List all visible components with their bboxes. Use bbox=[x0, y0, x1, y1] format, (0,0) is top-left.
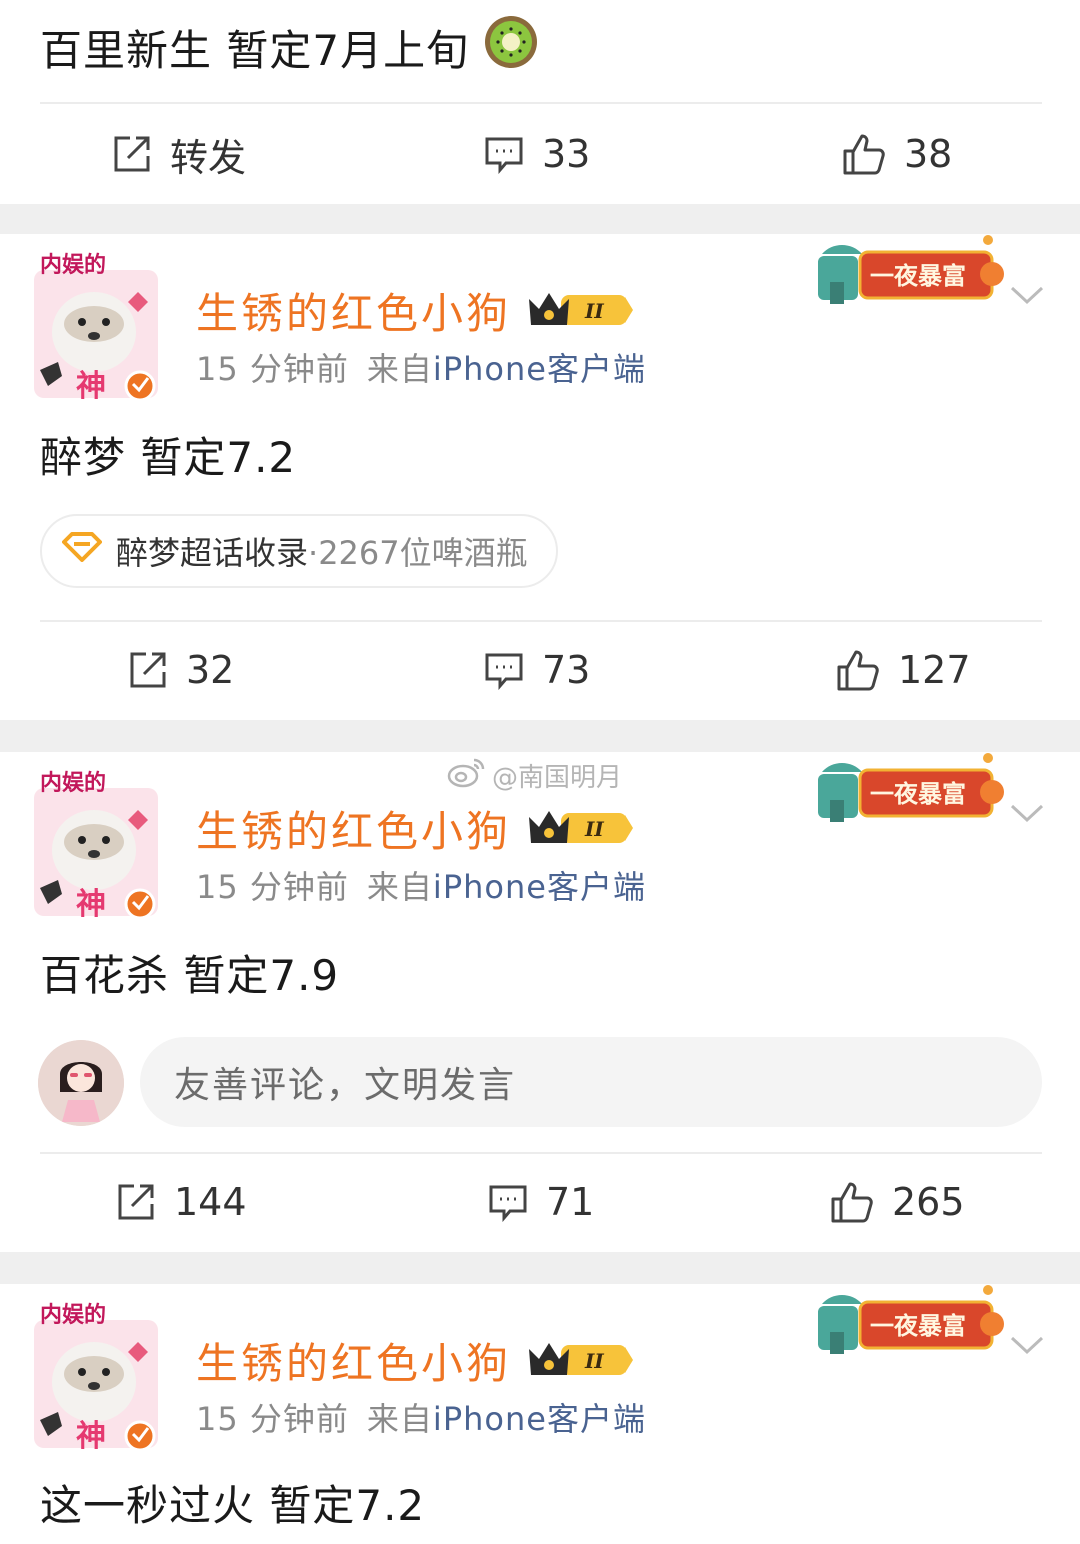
chevron-down-icon[interactable] bbox=[1010, 1334, 1044, 1360]
like-button[interactable]: 127 bbox=[836, 620, 971, 720]
svg-text:II: II bbox=[584, 817, 604, 841]
post-text: 百里新生 暂定7月上旬 bbox=[40, 14, 539, 80]
like-button[interactable]: 265 bbox=[830, 1152, 965, 1252]
post-card-1: 百里新生 暂定7月上旬 转发 33 38 bbox=[0, 0, 1080, 204]
chevron-down-icon[interactable] bbox=[1010, 284, 1044, 310]
svg-text:内娱的: 内娱的 bbox=[40, 770, 106, 796]
repost-button[interactable]: 32 bbox=[128, 620, 234, 720]
author-name[interactable]: 生锈的红色小狗 bbox=[196, 280, 511, 341]
fortune-badge[interactable]: 一夜暴富 bbox=[808, 234, 1008, 308]
member-crown-icon: II bbox=[525, 805, 635, 853]
post-card-4: 内娱的 神 生锈的红色小狗 II 15 分钟前 来自iPhone客户端 一夜暴富 … bbox=[0, 1284, 1080, 1544]
comment-icon bbox=[484, 134, 524, 174]
source-link[interactable]: iPhone客户端 bbox=[433, 868, 646, 906]
svg-text:II: II bbox=[584, 299, 604, 323]
post-meta: 15 分钟前 来自iPhone客户端 bbox=[196, 1400, 646, 1438]
thumbs-up-icon bbox=[842, 132, 886, 176]
svg-text:神: 神 bbox=[76, 1419, 106, 1452]
watermark: @南国明月 bbox=[446, 756, 622, 795]
svg-text:神: 神 bbox=[76, 369, 106, 402]
post-text: 这一秒过火 暂定7.2 bbox=[40, 1481, 426, 1530]
comment-input[interactable]: 友善评论，文明发言 bbox=[140, 1037, 1042, 1127]
source-link[interactable]: iPhone客户端 bbox=[433, 350, 646, 388]
member-crown-icon: II bbox=[525, 1337, 635, 1385]
action-bar: 转发 33 38 bbox=[0, 104, 1080, 204]
svg-text:内娱的: 内娱的 bbox=[40, 252, 106, 278]
post-meta: 15 分钟前 来自iPhone客户端 bbox=[196, 868, 646, 906]
avatar[interactable]: 内娱的 神 bbox=[32, 1302, 162, 1454]
svg-text:一夜暴富: 一夜暴富 bbox=[870, 1312, 966, 1340]
diamond-icon bbox=[62, 532, 102, 570]
svg-text:神: 神 bbox=[76, 887, 106, 920]
svg-text:II: II bbox=[584, 1349, 604, 1373]
repost-icon bbox=[128, 650, 168, 690]
author-row: 生锈的红色小狗 II bbox=[196, 798, 635, 859]
svg-text:一夜暴富: 一夜暴富 bbox=[870, 780, 966, 808]
comment-button[interactable]: 33 bbox=[484, 104, 590, 204]
repost-icon bbox=[112, 134, 152, 174]
post-meta: 15 分钟前 来自iPhone客户端 bbox=[196, 350, 646, 388]
repost-button[interactable]: 144 bbox=[116, 1152, 247, 1252]
author-name[interactable]: 生锈的红色小狗 bbox=[196, 1330, 511, 1391]
post-text: 醉梦 暂定7.2 bbox=[40, 433, 297, 482]
topic-chip[interactable]: 醉梦超话收录·2267位啤酒瓶 bbox=[40, 514, 558, 588]
weibo-logo-icon bbox=[446, 756, 486, 795]
fortune-badge[interactable]: 一夜暴富 bbox=[808, 752, 1008, 826]
fortune-badge[interactable]: 一夜暴富 bbox=[808, 1284, 1008, 1358]
post-text: 百花杀 暂定7.9 bbox=[40, 951, 340, 1000]
svg-text:内娱的: 内娱的 bbox=[40, 1302, 106, 1328]
avatar[interactable]: 内娱的 神 bbox=[32, 252, 162, 404]
chevron-down-icon[interactable] bbox=[1010, 802, 1044, 828]
like-button[interactable]: 38 bbox=[842, 104, 952, 204]
svg-text:一夜暴富: 一夜暴富 bbox=[870, 262, 966, 290]
author-row: 生锈的红色小狗 II bbox=[196, 1330, 635, 1391]
author-name[interactable]: 生锈的红色小狗 bbox=[196, 798, 511, 859]
post-card-2: 内娱的 神 生锈的红色小狗 II 15 分钟前 来自iPhone客户端 一夜暴富 … bbox=[0, 234, 1080, 720]
repost-icon bbox=[116, 1182, 156, 1222]
post-header: 内娱的 神 生锈的红色小狗 II 15 分钟前 来自iPhone客户端 一夜暴富 bbox=[0, 1284, 1080, 1454]
avatar[interactable]: 内娱的 神 bbox=[32, 770, 162, 922]
comment-button[interactable]: 71 bbox=[488, 1152, 594, 1252]
thumbs-up-icon bbox=[836, 648, 880, 692]
repost-button[interactable]: 转发 bbox=[112, 104, 246, 204]
member-crown-icon: II bbox=[525, 287, 635, 335]
author-row: 生锈的红色小狗 II bbox=[196, 280, 635, 341]
kiwi-fruit-icon bbox=[483, 14, 539, 80]
action-bar: 32 73 127 bbox=[0, 620, 1080, 720]
thumbs-up-icon bbox=[830, 1180, 874, 1224]
source-link[interactable]: iPhone客户端 bbox=[433, 1400, 646, 1438]
comment-icon bbox=[484, 650, 524, 690]
comment-icon bbox=[488, 1182, 528, 1222]
comment-button[interactable]: 73 bbox=[484, 620, 590, 720]
post-header: 内娱的 神 生锈的红色小狗 II 15 分钟前 来自iPhone客户端 一夜暴富 bbox=[0, 234, 1080, 404]
post-card-3: 内娱的 神 生锈的红色小狗 II 15 分钟前 来自iPhone客户端 一夜暴富 … bbox=[0, 752, 1080, 1252]
my-avatar[interactable] bbox=[38, 1040, 124, 1126]
action-bar: 144 71 265 bbox=[0, 1152, 1080, 1252]
comment-composer: 友善评论，文明发言 bbox=[0, 1032, 1080, 1132]
